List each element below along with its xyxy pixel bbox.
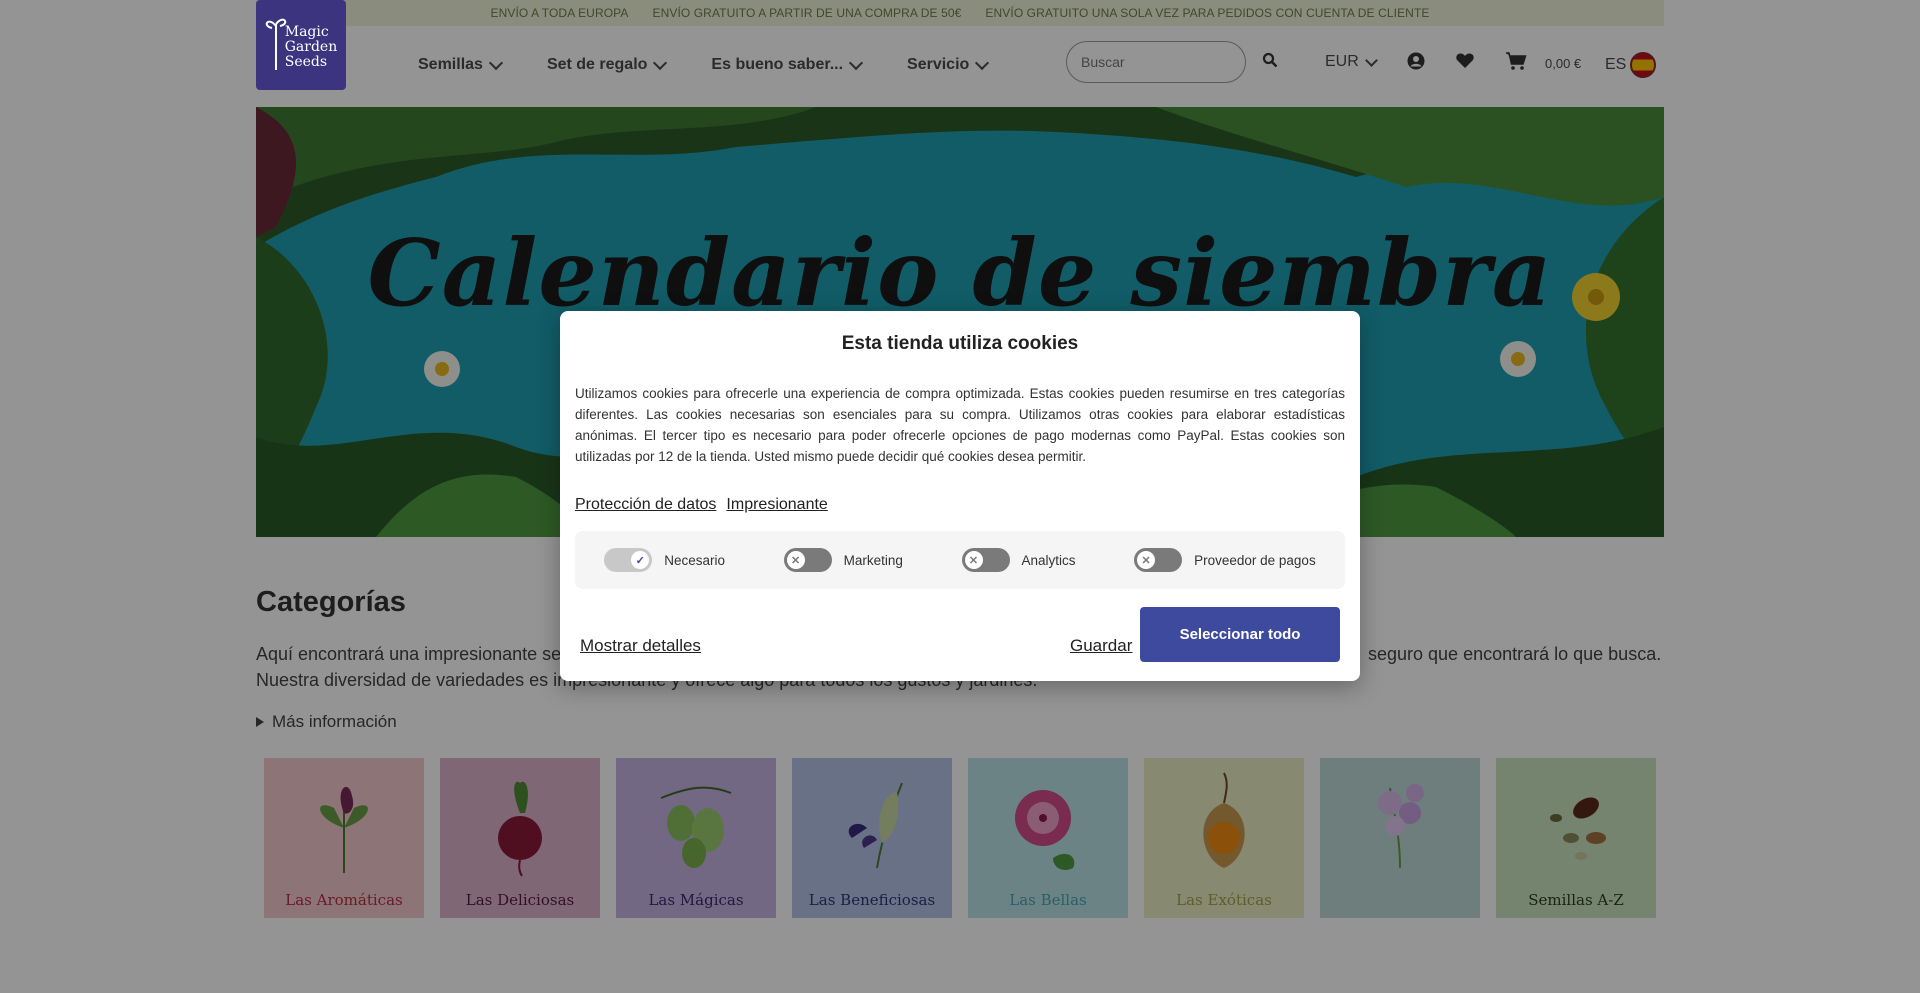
toggle-switch-on[interactable]: ✓ (604, 548, 653, 572)
toggle-marketing[interactable]: ✕ Marketing (783, 548, 903, 572)
toggle-necesario[interactable]: ✓ Necesario (604, 548, 725, 572)
save-button[interactable]: Guardar (1070, 636, 1132, 656)
select-all-button[interactable]: Seleccionar todo (1140, 607, 1340, 662)
toggle-switch-off[interactable]: ✕ (783, 548, 832, 572)
cookie-dialog-title: Esta tienda utiliza cookies (841, 333, 1079, 354)
site-logo[interactable]: Magic Garden Seeds (256, 0, 346, 90)
cookie-consent-dialog: Esta tienda utiliza cookies Utilizamos c… (560, 311, 1360, 681)
imprint-link[interactable]: Impresionante (726, 496, 827, 514)
cookie-category-toggles: ✓ Necesario ✕ Marketing ✕ Analytics ✕ Pr… (575, 531, 1345, 589)
cookie-dialog-links: Protección de datos Impresionante (575, 496, 828, 514)
toggle-proveedor-de-pagos[interactable]: ✕ Proveedor de pagos (1134, 548, 1316, 572)
show-details-link[interactable]: Mostrar detalles (580, 636, 701, 656)
toggle-analytics[interactable]: ✕ Analytics (961, 548, 1076, 572)
x-icon: ✕ (1137, 551, 1156, 569)
logo-text: Magic Garden Seeds (284, 23, 338, 70)
toggle-switch-off[interactable]: ✕ (961, 548, 1010, 572)
x-icon: ✕ (964, 551, 983, 569)
cookie-dialog-text: Utilizamos cookies para ofrecerle una ex… (575, 386, 1345, 464)
check-icon: ✓ (631, 551, 650, 569)
toggle-switch-off[interactable]: ✕ (1134, 548, 1183, 572)
seedling-logo-icon (265, 18, 287, 70)
privacy-link[interactable]: Protección de datos (575, 496, 716, 514)
x-icon: ✕ (786, 551, 805, 569)
